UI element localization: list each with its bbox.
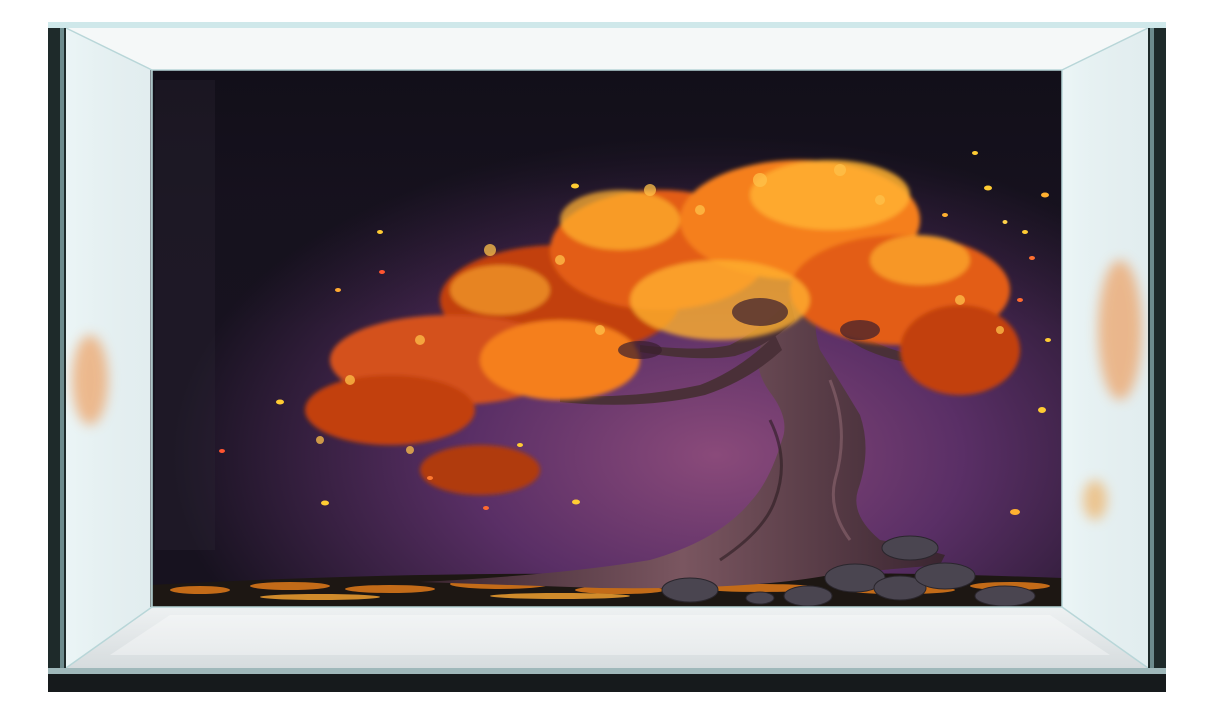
top-glass-panel — [66, 28, 1148, 70]
aquarium-image — [48, 22, 1166, 692]
aquarium-scene — [0, 0, 1214, 716]
